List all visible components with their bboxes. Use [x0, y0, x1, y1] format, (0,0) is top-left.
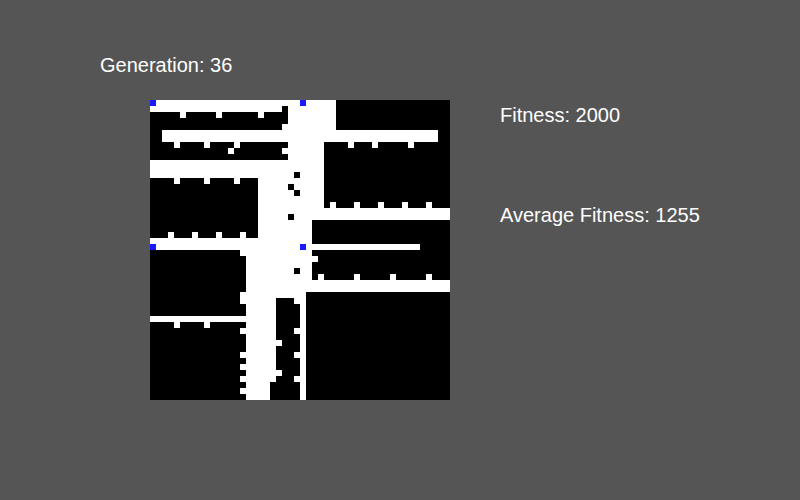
left-panel: Generation: 36: [0, 0, 450, 400]
population-grid: [150, 100, 450, 400]
generation-label: Generation: 36: [0, 52, 450, 78]
screen: Generation: 36 Fitness: 2000 Average Fit…: [0, 0, 800, 400]
